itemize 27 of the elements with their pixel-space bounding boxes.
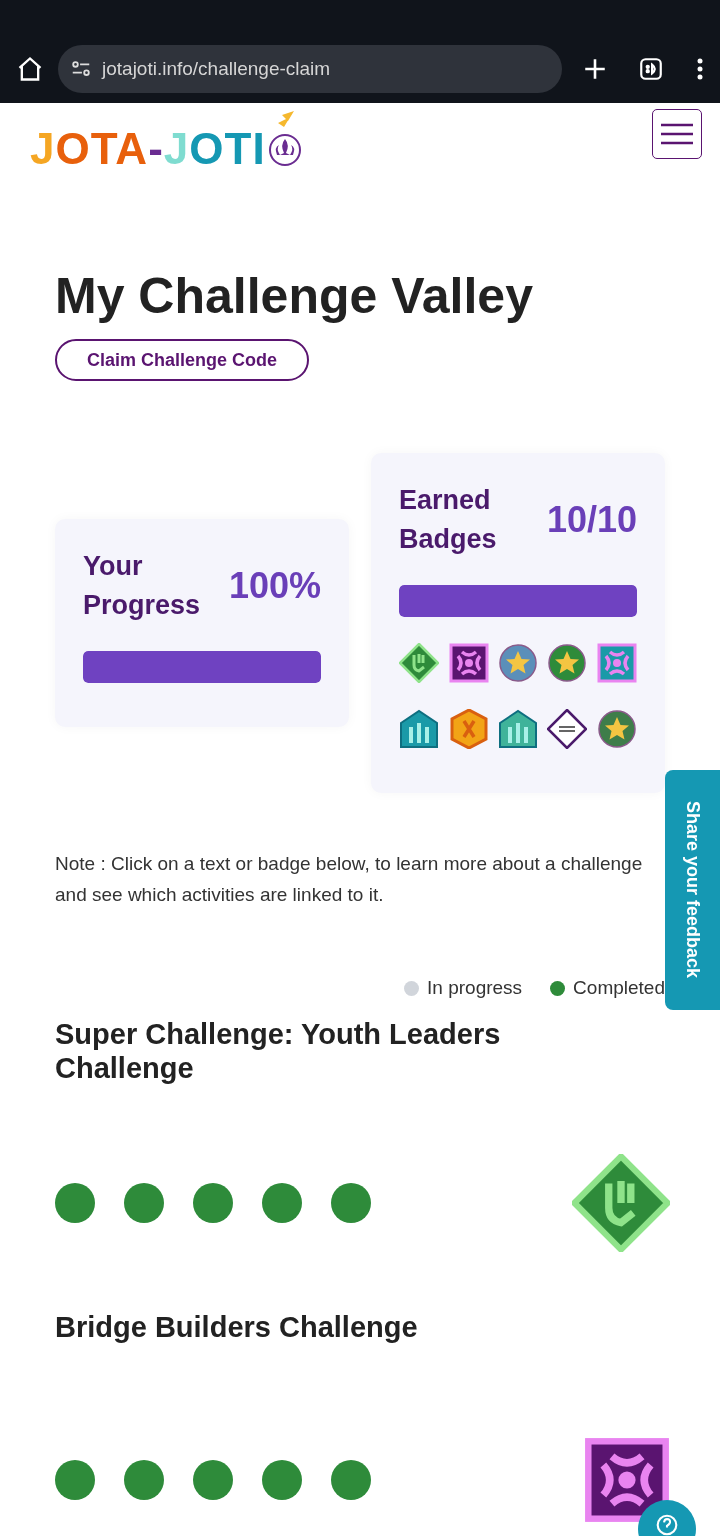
challenge-title[interactable]: Super Challenge: Youth Leaders Challenge bbox=[55, 1016, 575, 1087]
fleur-de-lis-icon bbox=[267, 111, 302, 167]
badge-icon[interactable] bbox=[399, 709, 440, 750]
badge-icon[interactable] bbox=[448, 643, 489, 684]
more-icon[interactable] bbox=[696, 57, 704, 81]
note-text: Note : Click on a text or badge below, to learn more about a challenge and see which activities are linked to it. bbox=[55, 852, 644, 907]
plus-icon[interactable] bbox=[582, 56, 608, 82]
help-icon bbox=[654, 1514, 680, 1536]
menu-button[interactable] bbox=[652, 109, 702, 159]
page-title: My Challenge Valley bbox=[55, 271, 534, 321]
claim-code-button[interactable]: Claim Challenge Code bbox=[55, 339, 310, 381]
badge-icon[interactable] bbox=[547, 709, 588, 750]
address-bar[interactable]: jotajoti.info/challenge-claim bbox=[58, 45, 562, 93]
card-value: 100% bbox=[228, 564, 321, 609]
menu-icon bbox=[661, 123, 693, 145]
badge-icon[interactable] bbox=[498, 709, 538, 750]
url-text: jotajoti.info/challenge-claim bbox=[102, 56, 331, 81]
legend-label: Completed bbox=[573, 976, 665, 1001]
legend-label: In progress bbox=[427, 976, 523, 1001]
card-value: 10/10 bbox=[546, 498, 637, 543]
card-title: Your Progress bbox=[83, 550, 202, 623]
card-title: Earned Badges bbox=[399, 484, 498, 557]
badge-icon[interactable] bbox=[584, 1436, 670, 1523]
challenge-title[interactable]: Bridge Builders Challenge bbox=[55, 1310, 575, 1345]
logo-text[interactable]: JOTA-JOTI bbox=[30, 127, 266, 171]
tabs-icon[interactable] bbox=[638, 56, 664, 82]
home-icon[interactable] bbox=[16, 55, 44, 83]
